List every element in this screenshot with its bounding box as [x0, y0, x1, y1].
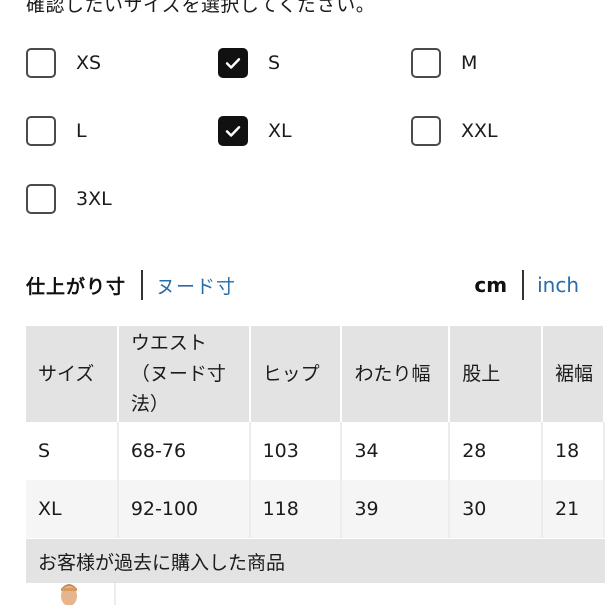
size-label-l: L [76, 120, 87, 142]
unit-inch[interactable]: inch [537, 273, 579, 297]
size-option-l[interactable]: L [26, 114, 87, 148]
cell-hem: 18 [542, 422, 605, 480]
size-checkbox-grid: XS S M L XL XXL 3XL [0, 0, 605, 240]
checkbox-s[interactable] [218, 48, 248, 78]
row-divider [114, 583, 116, 605]
size-option-m[interactable]: M [411, 46, 477, 80]
checkmark-icon [225, 58, 241, 69]
cell-waist: 92-100 [117, 480, 251, 538]
cell-thigh: 34 [341, 422, 451, 480]
checkbox-xl[interactable] [218, 116, 248, 146]
size-option-xs[interactable]: XS [26, 46, 101, 80]
checkbox-l[interactable] [26, 116, 56, 146]
product-thumbnail[interactable] [52, 583, 86, 605]
size-label-xxl: XXL [461, 120, 498, 142]
size-label-m: M [461, 52, 478, 74]
size-label-3xl: 3XL [76, 188, 112, 210]
checkbox-3xl[interactable] [26, 184, 56, 214]
unit-cm[interactable]: cm [474, 273, 507, 297]
cell-thigh: 39 [341, 480, 451, 538]
unit-toggle: cm inch [474, 270, 579, 300]
size-option-xl[interactable]: XL [218, 114, 292, 148]
header-thigh: わたり幅 [341, 326, 451, 422]
cell-rise: 28 [449, 422, 544, 480]
size-option-s[interactable]: S [218, 46, 280, 80]
header-hip: ヒップ [249, 326, 343, 422]
table-row: XL 92-100 118 39 30 21 [26, 480, 605, 538]
tab-nude-size[interactable]: ヌード寸 [156, 272, 236, 299]
cell-waist: 68-76 [117, 422, 251, 480]
table-header-row: サイズ ウエスト （ヌード寸法） ヒップ わたり幅 股上 裾幅 [26, 326, 605, 422]
cell-size: XL [26, 480, 119, 538]
header-waist-line1: ウエスト [130, 332, 207, 355]
checkbox-xxl[interactable] [411, 116, 441, 146]
header-size: サイズ [26, 326, 119, 422]
tab-divider [141, 270, 144, 300]
size-label-s: S [268, 52, 281, 74]
cell-size: S [26, 422, 119, 480]
header-rise: 股上 [449, 326, 544, 422]
unit-divider [522, 270, 525, 300]
header-waist-line2: （ヌード寸法） [130, 362, 226, 416]
size-option-xxl[interactable]: XXL [411, 114, 498, 148]
purchased-item-row[interactable] [26, 583, 605, 605]
checkbox-m[interactable] [411, 48, 441, 78]
cell-rise: 30 [449, 480, 544, 538]
table-row: S 68-76 103 34 28 18 [26, 422, 605, 480]
header-waist: ウエスト （ヌード寸法） [117, 326, 251, 422]
cell-hem: 21 [542, 480, 605, 538]
cell-hip: 118 [249, 480, 343, 538]
measurement-tabs-row: 仕上がり寸 ヌード寸 cm inch [26, 268, 579, 302]
purchased-items-title: お客様が過去に購入した商品 [38, 551, 286, 574]
size-option-3xl[interactable]: 3XL [26, 182, 112, 216]
checkmark-icon [225, 126, 241, 137]
tab-finished-size[interactable]: 仕上がり寸 [26, 272, 126, 299]
purchased-items-header: お客様が過去に購入した商品 [26, 539, 605, 583]
size-label-xs: XS [76, 52, 102, 74]
checkbox-xs[interactable] [26, 48, 56, 78]
size-label-xl: XL [268, 120, 292, 142]
cell-hip: 103 [249, 422, 343, 480]
size-chart-table: サイズ ウエスト （ヌード寸法） ヒップ わたり幅 股上 裾幅 S 68-76 … [26, 326, 605, 538]
header-hem: 裾幅 [542, 326, 605, 422]
